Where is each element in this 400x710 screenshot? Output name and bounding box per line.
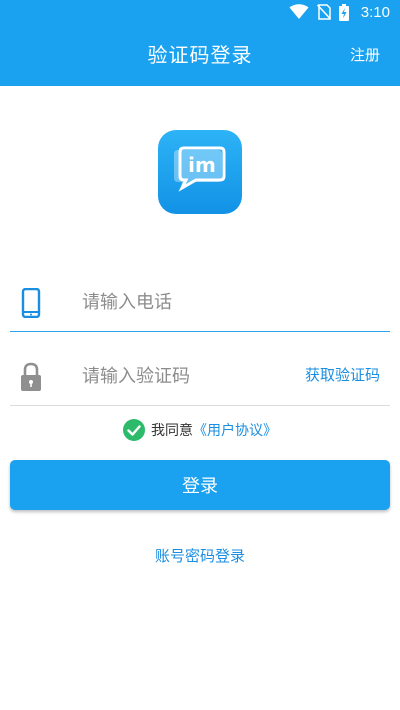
im-chat-logo-icon: im bbox=[174, 146, 226, 192]
login-button[interactable]: 登录 bbox=[10, 460, 390, 510]
register-button[interactable]: 注册 bbox=[350, 24, 380, 86]
get-code-button[interactable]: 获取验证码 bbox=[305, 364, 380, 385]
lock-icon bbox=[21, 362, 41, 391]
logo-text: im bbox=[188, 153, 216, 177]
page-title: 验证码登录 bbox=[147, 43, 253, 67]
phone-input[interactable] bbox=[82, 284, 282, 320]
code-input[interactable] bbox=[82, 358, 282, 394]
battery-charging-icon bbox=[338, 3, 349, 21]
app-logo: im bbox=[158, 130, 242, 214]
account-password-login-link[interactable]: 账号密码登录 bbox=[0, 545, 400, 566]
no-sim-icon bbox=[316, 4, 331, 20]
wifi-icon bbox=[289, 4, 309, 19]
check-circle-icon[interactable] bbox=[123, 419, 145, 441]
login-screen: 3:10 验证码登录 注册 im 获取验证码 bbox=[0, 0, 400, 710]
user-agreement-link[interactable]: 《用户协议》 bbox=[193, 420, 277, 440]
status-time: 3:10 bbox=[360, 3, 390, 21]
agreement-text: 我同意 bbox=[151, 423, 193, 439]
code-row: 获取验证码 bbox=[10, 346, 390, 406]
app-bar: 验证码登录 注册 bbox=[0, 24, 400, 86]
agreement-row: 我同意 《用户协议》 bbox=[0, 418, 400, 442]
phone-icon bbox=[21, 288, 41, 318]
status-bar: 3:10 bbox=[0, 0, 400, 24]
phone-row bbox=[10, 272, 390, 332]
